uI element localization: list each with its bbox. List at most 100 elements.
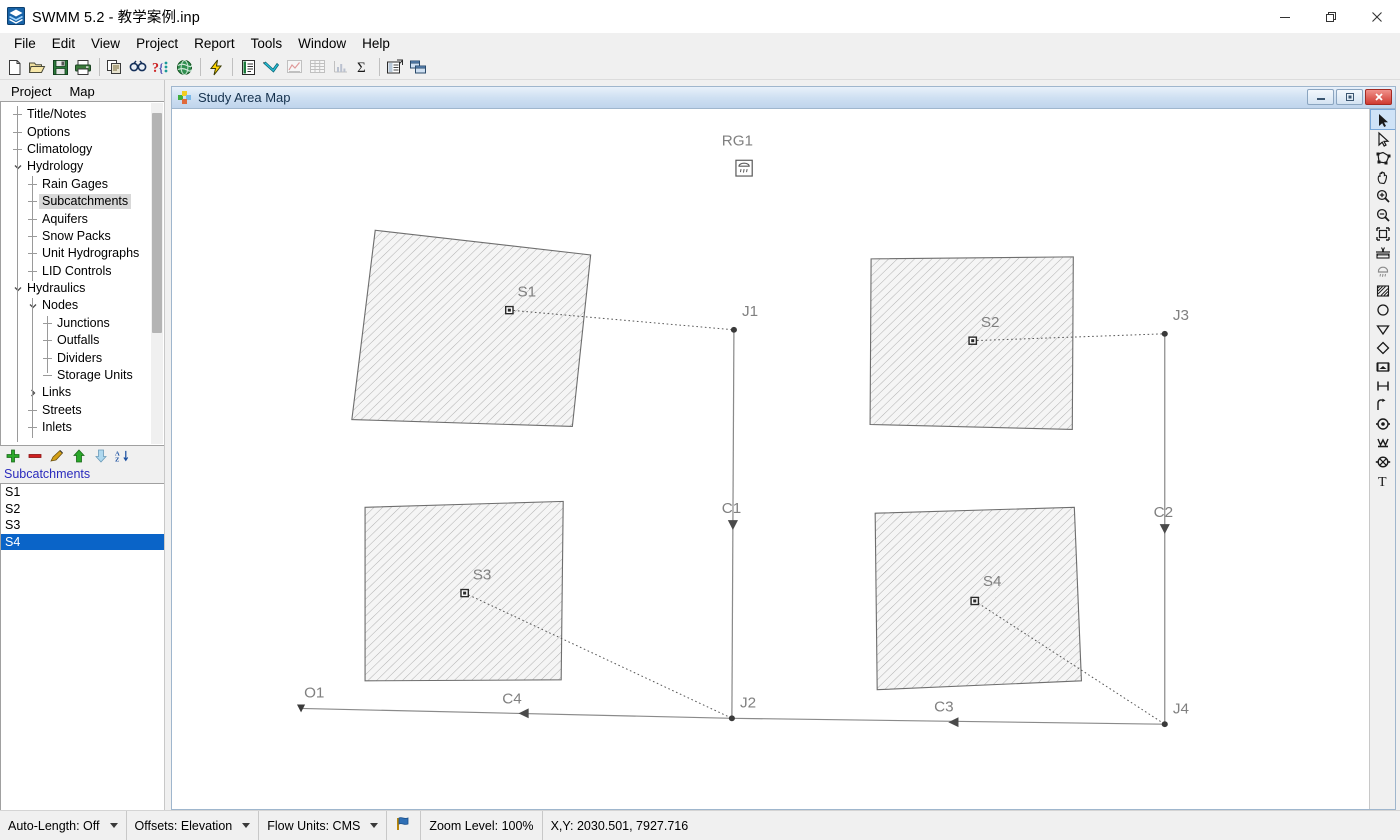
minimize-button[interactable] (1262, 0, 1308, 33)
add-orifice-tool[interactable] (1371, 414, 1395, 433)
menu-item-help[interactable]: Help (354, 33, 398, 55)
tree-item-links[interactable]: Links (1, 384, 164, 401)
offsets-selector[interactable]: Offsets: Elevation (127, 811, 260, 840)
junction-node[interactable] (731, 327, 737, 333)
zoom-out-tool[interactable] (1371, 205, 1395, 224)
pan-tool[interactable] (1371, 167, 1395, 186)
tree-item-junctions[interactable]: Junctions (1, 315, 164, 332)
add-rain-gage-tool[interactable] (1371, 243, 1395, 262)
move-down-button[interactable] (93, 449, 108, 464)
junction-node[interactable] (729, 715, 735, 721)
select-object-tool[interactable] (1371, 110, 1395, 129)
full-extent-tool[interactable] (1371, 224, 1395, 243)
list-item[interactable]: S3 (1, 517, 164, 534)
time-series-plot-icon[interactable] (283, 57, 305, 78)
object-properties-icon[interactable] (384, 57, 406, 78)
menu-item-report[interactable]: Report (186, 33, 243, 55)
flow-units-selector[interactable]: Flow Units: CMS (259, 811, 387, 840)
add-object-button[interactable] (5, 449, 20, 464)
run-status-indicator[interactable] (387, 811, 421, 840)
add-pump-tool[interactable] (1371, 395, 1395, 414)
status-report-icon[interactable] (237, 57, 259, 78)
map-restore-button[interactable] (1336, 89, 1363, 105)
run-simulation-icon[interactable] (205, 57, 227, 78)
map-minimize-button[interactable] (1307, 89, 1334, 105)
tree-item-inlets[interactable]: Inlets (1, 419, 164, 436)
save-project-icon[interactable] (49, 57, 71, 78)
maximize-restore-button[interactable] (1308, 0, 1354, 33)
menu-item-edit[interactable]: Edit (44, 33, 83, 55)
add-subcatchment-tool[interactable] (1371, 262, 1395, 281)
find-icon[interactable] (127, 57, 149, 78)
tree-item-unit-hydrographs[interactable]: Unit Hydrographs (1, 245, 164, 262)
sort-button[interactable]: AZ (115, 449, 130, 464)
copy-icon[interactable] (104, 57, 126, 78)
tree-item-streets[interactable]: Streets (1, 402, 164, 419)
conduit-link[interactable] (301, 708, 732, 718)
tree-item-outfalls[interactable]: Outfalls (1, 332, 164, 349)
menu-item-tools[interactable]: Tools (243, 33, 291, 55)
open-project-icon[interactable] (26, 57, 48, 78)
window-controls (1262, 0, 1400, 33)
add-label-tool[interactable]: T (1371, 471, 1395, 490)
table-report-icon[interactable] (306, 57, 328, 78)
overview-map-icon[interactable] (173, 57, 195, 78)
tree-item-label: Inlets (39, 420, 75, 435)
tree-item-lid-controls[interactable]: LID Controls (1, 263, 164, 280)
add-weir-tool[interactable] (1371, 433, 1395, 452)
tree-item-aquifers[interactable]: Aquifers (1, 210, 164, 227)
print-icon[interactable] (72, 57, 94, 78)
tree-item-climatology[interactable]: Climatology (1, 141, 164, 158)
new-project-icon[interactable] (3, 57, 25, 78)
query-icon[interactable]: ?{ (150, 57, 172, 78)
move-up-button[interactable] (71, 449, 86, 464)
select-region-tool[interactable] (1371, 148, 1395, 167)
add-divider-tool[interactable] (1371, 338, 1395, 357)
tree-item-hydraulics[interactable]: Hydraulics (1, 280, 164, 297)
tree-item-hydrology[interactable]: Hydrology (1, 158, 164, 175)
map-close-button[interactable] (1365, 89, 1392, 105)
tree-item-rain-gages[interactable]: Rain Gages (1, 176, 164, 193)
scatter-plot-icon[interactable] (329, 57, 351, 78)
delete-object-button[interactable] (27, 449, 42, 464)
tab-map[interactable]: Map (60, 83, 103, 101)
menu-item-view[interactable]: View (83, 33, 128, 55)
list-item[interactable]: S1 (1, 484, 164, 501)
conduit-link[interactable] (732, 718, 1165, 724)
menu-item-file[interactable]: File (6, 33, 44, 55)
tree-item-storage-units[interactable]: Storage Units (1, 367, 164, 384)
tree-scrollbar[interactable] (151, 103, 163, 444)
rain-gage-icon[interactable] (736, 160, 752, 176)
tree-item-subcatchments[interactable]: Subcatchments (1, 193, 164, 210)
tree-item-nodes[interactable]: Nodes (1, 297, 164, 314)
tree-item-dividers[interactable]: Dividers (1, 349, 164, 366)
select-vertex-tool[interactable] (1371, 129, 1395, 148)
subcatchment-polygon[interactable] (352, 230, 591, 426)
list-item[interactable]: S2 (1, 501, 164, 518)
tree-item-title-notes[interactable]: Title/Notes (1, 106, 164, 123)
junction-node[interactable] (1162, 331, 1168, 337)
tree-scrollbar-thumb[interactable] (152, 113, 162, 333)
add-storage-unit-tool[interactable] (1371, 357, 1395, 376)
edit-object-button[interactable] (49, 449, 64, 464)
tab-project[interactable]: Project (2, 83, 60, 101)
add-junction-tool[interactable] (1371, 300, 1395, 319)
tile-windows-icon[interactable] (407, 57, 429, 78)
add-outlet-tool[interactable] (1371, 452, 1395, 471)
close-button[interactable] (1354, 0, 1400, 33)
statistics-icon[interactable]: Σ (352, 57, 374, 78)
auto-length-selector[interactable]: Auto-Length: Off (0, 811, 127, 840)
profile-plot-icon[interactable] (260, 57, 282, 78)
tree-item-options[interactable]: Options (1, 123, 164, 140)
list-item[interactable]: S4 (1, 534, 164, 551)
add-conduit-tool[interactable] (1371, 376, 1395, 395)
tree-item-snow-packs[interactable]: Snow Packs (1, 228, 164, 245)
map-drawing-surface[interactable]: S1S2S3S4C1C2C3C4J1J3J2J4O1RG1 (172, 109, 1369, 809)
object-list[interactable]: S1S2S3S4 (0, 483, 164, 810)
junction-node[interactable] (1162, 721, 1168, 727)
menu-item-project[interactable]: Project (128, 33, 186, 55)
menu-item-window[interactable]: Window (290, 33, 354, 55)
add-outfall-tool[interactable] (1371, 319, 1395, 338)
add-subcatchment-area-tool[interactable] (1371, 281, 1395, 300)
zoom-in-tool[interactable] (1371, 186, 1395, 205)
